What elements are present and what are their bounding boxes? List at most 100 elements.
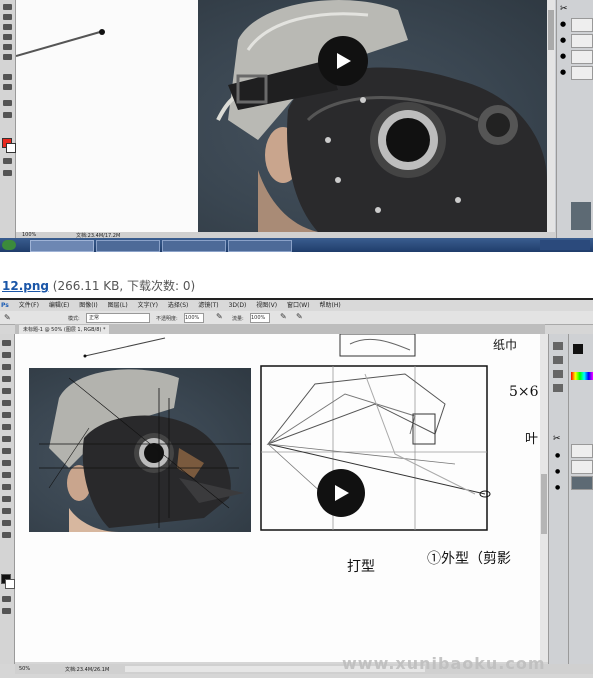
menu-item[interactable]: 图层(L) [108,302,128,309]
visibility-eye-icon[interactable]: ● [555,484,560,491]
vertical-scrollbar[interactable] [540,334,548,662]
menu-item[interactable]: 滤镜(T) [198,302,218,309]
scissors-icon[interactable]: ✂ [560,4,568,14]
zoom-tool-icon[interactable] [2,532,11,538]
crop-tool-icon[interactable] [3,34,12,40]
marquee-tool-icon[interactable] [2,352,11,358]
lasso-tool-icon[interactable] [3,24,12,30]
start-button[interactable] [2,240,16,250]
menu-item[interactable]: 帮助(H) [320,302,341,309]
move-tool-icon[interactable] [3,4,12,10]
layer-thumbnail[interactable] [571,202,591,230]
text-tool-icon[interactable] [3,74,12,80]
menu-item[interactable]: 图像(I) [79,302,97,309]
quick-mask-icon[interactable] [3,158,12,164]
menu-item[interactable]: 编辑(E) [49,302,69,309]
path-selection-tool-icon[interactable] [2,496,11,502]
note-top-right: 纸巾 [493,338,518,352]
background-color-swatch[interactable] [5,579,15,589]
brush-tool-icon[interactable] [2,412,11,418]
layer-thumbnail[interactable] [571,18,593,32]
document-tab[interactable]: 未标题-1 @ 50% (图层 1, RGB/8) * [19,325,110,334]
play-button[interactable] [317,469,365,517]
panel-icon[interactable] [553,384,563,392]
video-thumbnail-top[interactable]: ✂ ● ● ● ● 100% 文档:23.4M/17.2M [0,0,593,252]
color-spectrum[interactable] [571,372,593,380]
crop-tool-icon[interactable] [2,388,11,394]
visibility-eye-icon[interactable]: ● [560,36,566,44]
attachment-meta: (266.11 KB, 下载次数: 0) [48,279,196,293]
pressure-opacity-icon[interactable]: ✎ [216,312,223,321]
stamp-tool-icon[interactable] [2,424,11,430]
gradient-tool-icon[interactable] [2,448,11,454]
shape-tool-icon[interactable] [2,508,11,514]
visibility-eye-icon[interactable]: ● [560,20,566,28]
menu-item[interactable]: 视图(V) [256,302,277,309]
quick-mask-icon[interactable] [2,596,11,602]
layer-thumbnail[interactable] [571,444,593,458]
brush-preset-icon[interactable]: ✎ [4,313,11,322]
visibility-eye-icon[interactable]: ● [555,468,560,475]
opacity-label: 不透明度: [156,316,178,322]
menu-item[interactable]: 选择(S) [168,302,189,309]
scissors-icon[interactable]: ✂ [553,434,561,444]
image-caption: 12.png (266.11 KB, 下载次数: 0) [2,277,195,294]
taskbar-item[interactable] [228,240,292,252]
tool-panel [0,334,15,664]
vertical-scrollbar[interactable] [547,0,555,232]
zoom-tool-icon[interactable] [3,112,12,118]
panel-icon[interactable] [553,370,563,378]
move-tool-icon[interactable] [2,340,11,346]
plague-mask-illustration [216,0,547,232]
eraser-tool-icon[interactable] [3,54,12,60]
layer-thumbnail[interactable] [571,34,593,48]
text-tool-icon[interactable] [2,484,11,490]
taskbar-item[interactable] [30,240,94,252]
flow-input[interactable]: 100% [250,313,270,323]
hand-tool-icon[interactable] [3,100,12,106]
visibility-eye-icon[interactable]: ● [560,52,566,60]
menu-item[interactable]: 窗口(W) [287,302,310,309]
pressure-size-icon[interactable]: ✎ [296,312,303,321]
airbrush-icon[interactable]: ✎ [280,312,287,321]
dodge-tool-icon[interactable] [2,460,11,466]
lasso-tool-icon[interactable] [2,364,11,370]
eraser-tool-icon[interactable] [2,436,11,442]
magic-wand-tool-icon[interactable] [2,376,11,382]
layer-thumbnail[interactable] [571,460,593,474]
pen-tool-icon[interactable] [3,84,12,90]
plague-mask-illustration [39,369,251,532]
screen-mode-icon[interactable] [3,170,12,176]
canvas[interactable]: 纸巾 5×6 叶 打型 ①外型（剪影 [15,334,540,662]
scrollbar-thumb[interactable] [548,10,554,50]
pen-tool-icon[interactable] [2,472,11,478]
menu-item[interactable]: 文件(F) [19,302,39,309]
background-color-swatch[interactable] [6,143,16,153]
marquee-tool-icon[interactable] [3,14,12,20]
hand-tool-icon[interactable] [2,520,11,526]
menu-bar: Ps 文件(F) 编辑(E) 图像(I) 图层(L) 文字(Y) 选择(S) 滤… [0,300,593,311]
scrollbar-thumb[interactable] [541,474,547,534]
visibility-eye-icon[interactable]: ● [560,68,566,76]
panel-icon[interactable] [553,342,563,350]
taskbar-item[interactable] [96,240,160,252]
panel-icon[interactable] [553,356,563,364]
menu-item[interactable]: 3D(D) [229,302,247,309]
layer-thumbnail[interactable] [571,66,593,80]
foreground-color-swatch[interactable] [573,344,583,354]
reference-photo [29,368,251,532]
zoom-level[interactable]: 50% [19,666,30,672]
eyedropper-tool-icon[interactable] [2,400,11,406]
attachment-link[interactable]: 12.png [2,279,49,293]
visibility-eye-icon[interactable]: ● [555,452,560,459]
photoshop-window: Ps 文件(F) 编辑(E) 图像(I) 图层(L) 文字(Y) 选择(S) 滤… [0,298,593,678]
layer-thumbnail[interactable] [571,50,593,64]
taskbar-item[interactable] [162,240,226,252]
brush-tool-icon[interactable] [3,44,12,50]
opacity-input[interactable]: 100% [184,313,204,323]
screen-mode-icon[interactable] [2,608,11,614]
play-button[interactable] [318,36,368,86]
mode-select[interactable]: 正常 [86,313,150,323]
menu-item[interactable]: 文字(Y) [138,302,158,309]
layer-thumbnail[interactable] [571,476,593,490]
